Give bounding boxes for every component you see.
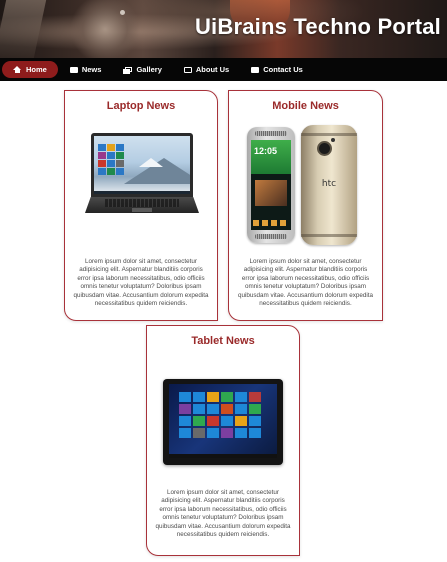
smartphones-image[interactable]: 12:05 htc — [243, 125, 369, 249]
phone-dock — [253, 220, 289, 226]
news-card-mobile: Mobile News 12:05 htc Lorem ipsum dolor … — [228, 90, 383, 321]
phone-brand-logo: htc — [321, 179, 337, 189]
start-menu-tiles — [98, 144, 124, 182]
banner-background-shape — [70, 0, 140, 58]
card-title[interactable]: Laptop News — [65, 100, 217, 112]
nav-item-label: Contact Us — [263, 65, 303, 74]
site-title[interactable]: UiBrains Techno Portal — [195, 14, 441, 40]
card-description: Lorem ipsum dolor sit amet, consectetur … — [237, 258, 374, 308]
phone-speaker-grille — [255, 131, 287, 136]
banner-background-shape — [0, 0, 47, 58]
laptop-touchpad — [132, 208, 152, 212]
nav-item-home[interactable]: Home — [2, 61, 58, 78]
main-navigation: Home News Gallery About Us Contact Us — [0, 58, 447, 81]
header-banner: UiBrains Techno Portal — [0, 0, 447, 58]
camera-flash — [331, 138, 335, 142]
phone-speaker-grille — [255, 234, 287, 239]
home-icon — [13, 66, 22, 73]
nav-item-label: Home — [26, 65, 47, 74]
laptop-keyboard — [105, 199, 179, 207]
phone-clock: 12:05 — [254, 146, 278, 156]
laptop-screen — [94, 136, 190, 194]
wallpaper-snowcap — [139, 158, 163, 167]
nav-item-gallery[interactable]: Gallery — [113, 61, 171, 78]
taskbar — [169, 454, 277, 458]
laptop-image[interactable] — [85, 133, 199, 213]
phone-back: htc — [301, 125, 357, 245]
nav-item-label: About Us — [195, 65, 230, 74]
antenna-band — [301, 133, 357, 136]
taskbar — [94, 191, 190, 194]
nav-item-about-us[interactable]: About Us — [174, 61, 239, 78]
laptop-lid — [91, 133, 193, 197]
card-description: Lorem ipsum dolor sit amet, consectetur … — [155, 489, 291, 539]
banner-background-shape — [120, 10, 125, 15]
news-card-laptop: Laptop News Lorem ipsum dolor sit amet, … — [64, 90, 218, 321]
card-title[interactable]: Mobile News — [229, 100, 382, 112]
gallery-icon — [123, 66, 133, 74]
phone-front: 12:05 — [247, 127, 295, 243]
news-card-tablet: Tablet News Lorem ipsum dolor sit amet, … — [146, 325, 300, 556]
address-card-icon — [183, 66, 192, 73]
card-title[interactable]: Tablet News — [147, 335, 299, 347]
nav-item-contact-us[interactable]: Contact Us — [241, 61, 313, 78]
phone-photo-tile — [255, 180, 287, 206]
envelope-icon — [251, 66, 260, 73]
start-screen-tiles — [179, 392, 261, 438]
nav-item-label: News — [81, 65, 102, 74]
camera-icon — [317, 141, 332, 156]
nav-item-news[interactable]: News — [60, 61, 112, 78]
tablet-image[interactable] — [163, 379, 283, 465]
nav-item-label: Gallery — [136, 65, 162, 74]
newspaper-icon — [69, 66, 78, 73]
phone-screen: 12:05 — [251, 140, 291, 230]
card-description: Lorem ipsum dolor sit amet, consectetur … — [73, 258, 209, 308]
tablet-screen — [169, 384, 277, 458]
antenna-band — [301, 234, 357, 237]
